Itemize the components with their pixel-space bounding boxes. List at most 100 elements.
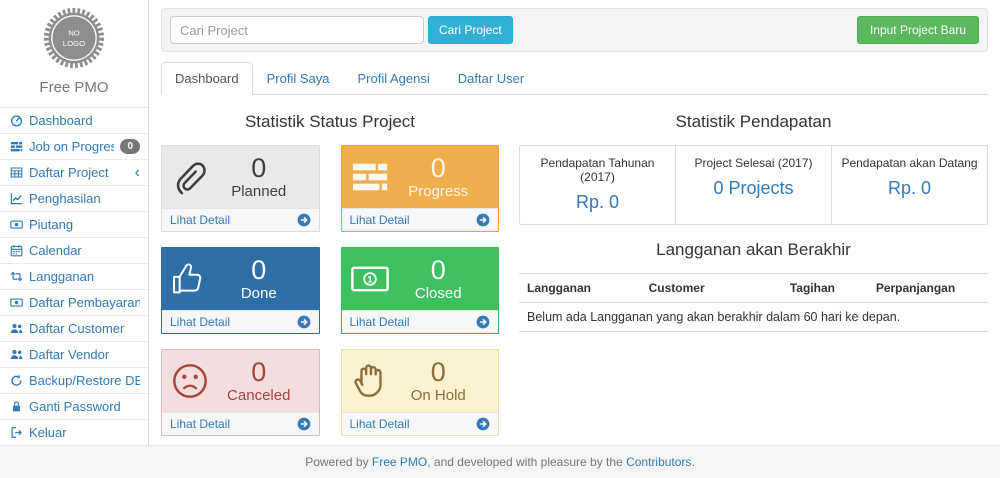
hand-paper-icon [351, 360, 389, 402]
sidebar: NO LOGO Free PMO DashboardJob on Progres… [0, 0, 149, 445]
sidebar-item-daftar-pembayaran[interactable]: Daftar Pembayaran [0, 290, 148, 316]
sidebar-item-daftar-project[interactable]: Daftar Project ‹ [0, 160, 148, 186]
subscription-table-header: LanggananCustomerTagihanPerpanjangan [519, 274, 988, 303]
status-count: 0 [389, 256, 489, 285]
status-count: 0 [209, 154, 309, 183]
income-stat-project-selesai-2017: Project Selesai (2017)0 Projects [676, 146, 832, 224]
status-card-body: 0Progress [342, 146, 499, 208]
table-icon [10, 166, 23, 179]
status-card-body: 0Closed [342, 248, 499, 310]
brand-title: Free PMO [0, 79, 148, 96]
income-stat-pendapatan-akan-datang: Pendapatan akan DatangRp. 0 [832, 146, 987, 224]
lihat-detail-link[interactable]: Lihat Detail [342, 208, 499, 231]
income-column: Statistik Pendapatan Pendapatan Tahunan … [519, 97, 988, 436]
sidebar-item-label: Daftar Vendor [29, 347, 140, 362]
tab-dashboard[interactable]: Dashboard [161, 62, 253, 95]
status-card-closed: 0ClosedLihat Detail [341, 247, 500, 334]
sidebar-item-piutang[interactable]: Piutang [0, 212, 148, 238]
logo-text-line2: LOGO [63, 39, 85, 48]
search-bar: Cari Project Input Project Baru [161, 8, 988, 52]
sidebar-item-backup-restore-db[interactable]: Backup/Restore DB [0, 368, 148, 394]
logo: NO LOGO [0, 7, 148, 72]
lihat-detail-label: Lihat Detail [350, 213, 410, 227]
contributors-link[interactable]: Contributors [626, 455, 691, 469]
income-stat-label: Pendapatan akan Datang [836, 156, 983, 170]
status-card-main: 0Done [209, 256, 309, 302]
lock-icon [10, 400, 23, 413]
search-button[interactable]: Cari Project [428, 16, 513, 44]
page: NO LOGO Free PMO DashboardJob on Progres… [0, 0, 1000, 445]
status-card-body: 0Canceled [162, 350, 319, 412]
tab-daftar-user[interactable]: Daftar User [444, 62, 538, 95]
lihat-detail-link[interactable]: Lihat Detail [162, 412, 319, 435]
column-header-tagihan: Tagihan [750, 274, 843, 303]
dashboard-content: Statistik Status Project 0PlannedLihat D… [161, 97, 988, 436]
income-stat-pendapatan-tahunan-2017: Pendapatan Tahunan (2017)Rp. 0 [520, 146, 676, 224]
main-area: Cari Project Input Project Baru Dashboar… [149, 0, 1000, 445]
retweet-icon [10, 270, 23, 283]
sidebar-item-label: Ganti Password [29, 399, 140, 414]
status-card-body: 0Done [162, 248, 319, 310]
sidebar-item-calendar[interactable]: Calendar [0, 238, 148, 264]
footer-text-middle: , and developed with pleasure by the [427, 455, 626, 469]
sidebar-item-langganan[interactable]: Langganan [0, 264, 148, 290]
footer-text-suffix: . [691, 455, 694, 469]
footer: Powered by Free PMO, and developed with … [0, 445, 1000, 478]
search-input[interactable] [170, 16, 424, 44]
users-icon [10, 322, 23, 335]
lihat-detail-label: Lihat Detail [170, 315, 230, 329]
income-stat-value: 0 Projects [680, 178, 827, 199]
column-header-customer: Customer [641, 274, 750, 303]
money-icon [10, 296, 23, 309]
tasks-icon [10, 140, 23, 153]
sidebar-item-daftar-customer[interactable]: Daftar Customer [0, 316, 148, 342]
income-stat-value: Rp. 0 [524, 192, 671, 213]
arrow-circle-right-icon [476, 417, 490, 431]
income-stats-row: Pendapatan Tahunan (2017)Rp. 0Project Se… [519, 145, 988, 225]
sidebar-item-label: Daftar Project [29, 165, 129, 180]
status-card-main: 0On Hold [389, 358, 489, 404]
status-count: 0 [389, 358, 489, 387]
status-card-body: 0Planned [162, 146, 319, 208]
status-label: Canceled [209, 387, 309, 404]
status-cards-grid: 0PlannedLihat Detail0ProgressLihat Detai… [161, 145, 499, 436]
table-row: Belum ada Langganan yang akan berakhir d… [519, 303, 988, 332]
empty-subscriptions-message: Belum ada Langganan yang akan berakhir d… [519, 303, 988, 332]
new-project-button[interactable]: Input Project Baru [857, 16, 979, 44]
sidebar-item-job-on-progress[interactable]: Job on Progress0 [0, 134, 148, 160]
sidebar-item-keluar[interactable]: Keluar [0, 420, 148, 446]
arrow-circle-right-icon [297, 315, 311, 329]
sidebar-item-dashboard[interactable]: Dashboard [0, 108, 148, 134]
sidebar-item-label: Daftar Pembayaran [29, 295, 140, 310]
column-header-perpanjangan: Perpanjangan [843, 274, 988, 303]
lihat-detail-link[interactable]: Lihat Detail [342, 412, 499, 435]
money-bill-icon [351, 258, 389, 300]
status-card-progress: 0Progress Lihat Detail [341, 145, 500, 232]
chevron-left-icon: ‹ [135, 168, 140, 178]
lihat-detail-link[interactable]: Lihat Detail [162, 310, 319, 333]
tab-profil-saya[interactable]: Profil Saya [253, 62, 344, 95]
status-label: Closed [389, 285, 489, 302]
tab-profil-agensi[interactable]: Profil Agensi [343, 62, 443, 95]
arrow-circle-right-icon [297, 417, 311, 431]
status-card-canceled: 0CanceledLihat Detail [161, 349, 320, 436]
status-label: Planned [209, 183, 309, 200]
sidebar-item-label: Piutang [29, 217, 140, 232]
lihat-detail-label: Lihat Detail [350, 417, 410, 431]
free-pmo-link[interactable]: Free PMO [372, 455, 427, 469]
users-icon [10, 348, 23, 361]
lihat-detail-link[interactable]: Lihat Detail [162, 208, 319, 231]
thumbs-up-icon [171, 258, 209, 300]
status-card-main: 0Progress [389, 154, 489, 200]
sidebar-item-daftar-vendor[interactable]: Daftar Vendor [0, 342, 148, 368]
sidebar-item-label: Backup/Restore DB [29, 373, 140, 388]
sidebar-item-label: Calendar [29, 243, 140, 258]
money-icon [10, 218, 23, 231]
tasks-big-icon [351, 156, 389, 198]
sidebar-item-penghasilan[interactable]: Penghasilan [0, 186, 148, 212]
status-card-body: 0On Hold [342, 350, 499, 412]
lihat-detail-link[interactable]: Lihat Detail [342, 310, 499, 333]
sidebar-item-ganti-password[interactable]: Ganti Password [0, 394, 148, 420]
footer-text-prefix: Powered by [305, 455, 372, 469]
arrow-circle-right-icon [476, 315, 490, 329]
